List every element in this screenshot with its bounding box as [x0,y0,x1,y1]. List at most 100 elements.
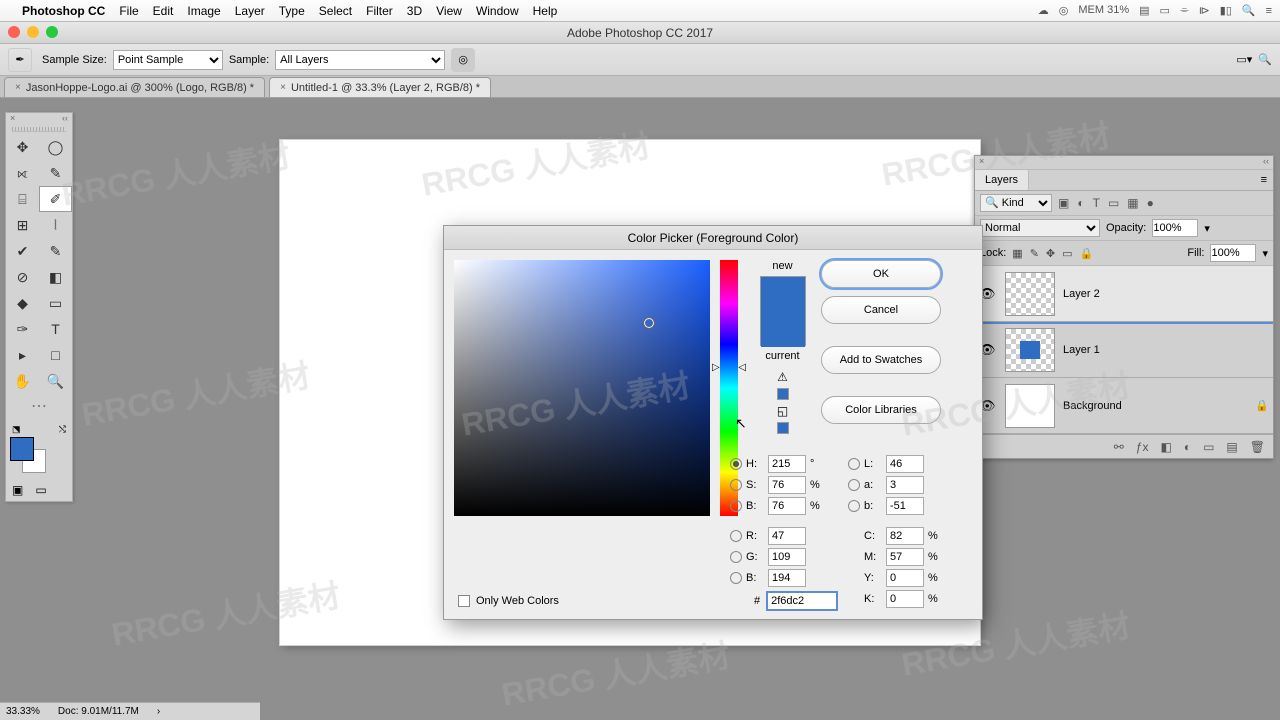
type-tool[interactable]: T [39,316,72,342]
r-radio[interactable] [730,530,742,542]
close-icon[interactable]: × [15,82,21,93]
lock-artboard-icon[interactable]: ▭ [1062,247,1072,260]
b-rgb-input[interactable] [768,569,806,587]
spotlight-icon[interactable]: 🔍 [1242,4,1256,17]
frame-tool[interactable]: ⊞ [6,212,39,238]
hand-tool[interactable]: ✋ [6,368,39,394]
menu-image[interactable]: Image [187,4,220,18]
close-icon[interactable]: × [10,113,15,127]
menu-view[interactable]: View [436,4,462,18]
only-web-colors-checkbox[interactable] [458,595,470,607]
adjustment-icon[interactable]: ◐ [1184,440,1191,454]
group-icon[interactable]: ▭ [1203,440,1214,454]
filter-smart-icon[interactable]: ▦ [1127,196,1138,210]
sample-select[interactable]: All Layers [275,50,445,70]
healing-tool[interactable]: ✔ [6,238,39,264]
l-radio[interactable] [848,458,860,470]
slider-handle-icon[interactable]: ▷ [712,362,720,373]
gradient-tool[interactable]: ◧ [39,264,72,290]
show-sampling-ring[interactable]: ◎ [451,48,475,72]
h-input[interactable] [768,455,806,473]
cloud-icon[interactable]: ☁︎ [1038,4,1049,17]
layer-name[interactable]: Background [1063,400,1247,412]
document-tab-1[interactable]: ×JasonHoppe-Logo.ai @ 300% (Logo, RGB/8)… [4,77,265,97]
menu-select[interactable]: Select [319,4,352,18]
battery-icon[interactable]: ▮▯ [1220,4,1232,17]
filter-kind-select[interactable]: 🔍 Kind [980,194,1052,212]
l-input[interactable] [886,455,924,473]
screen-mode-icon[interactable]: ▭ [35,483,46,497]
layer-thumbnail[interactable] [1005,328,1055,372]
add-to-swatches-button[interactable]: Add to Swatches [821,346,941,374]
s-radio[interactable] [730,479,742,491]
menu-file[interactable]: File [119,4,138,18]
b-radio[interactable] [730,500,742,512]
r-input[interactable] [768,527,806,545]
menu-3d[interactable]: 3D [407,4,422,18]
quick-mask-icon[interactable]: ▣ [12,483,23,497]
layer-name[interactable]: Layer 1 [1063,344,1269,356]
search-icon[interactable]: 🔍 [1258,53,1272,66]
swap-colors-icon[interactable]: ⤭ [59,424,66,435]
color-field[interactable] [454,260,710,516]
filter-shape-icon[interactable]: ▭ [1108,196,1119,210]
filter-adjust-icon[interactable]: ◐ [1077,196,1084,210]
a-radio[interactable] [848,479,860,491]
zoom-level[interactable]: 33.33% [6,706,40,717]
lock-paint-icon[interactable]: ✎ [1030,247,1039,260]
doc-info[interactable]: Doc: 9.01M/11.7M [58,706,139,717]
sample-size-select[interactable]: Point Sample [113,50,223,70]
brush-tool[interactable]: ⦚ [39,212,72,238]
m-input[interactable] [886,548,924,566]
current-color-swatch[interactable] [761,312,805,347]
menu-layer[interactable]: Layer [235,4,265,18]
quick-select-tool[interactable]: ✎ [39,160,72,186]
blab-radio[interactable] [848,500,860,512]
c-input[interactable] [886,527,924,545]
pen-tool[interactable]: ✑ [6,316,39,342]
foreground-color[interactable] [10,437,34,461]
eyedropper-tool-icon[interactable]: ✒︎ [8,48,32,72]
clone-tool[interactable]: ✎ [39,238,72,264]
chevron-right-icon[interactable]: › [157,706,160,717]
document-tab-2[interactable]: ×Untitled-1 @ 33.3% (Layer 2, RGB/8) * [269,77,491,97]
display-icon[interactable]: ▭ [1160,4,1170,17]
path-select-tool[interactable]: ▸ [6,342,39,368]
blend-mode-select[interactable]: Normal [980,219,1100,237]
default-colors-icon[interactable]: ⬔ [12,424,21,435]
screen-icon[interactable]: ▤ [1139,4,1149,17]
marquee-tool[interactable]: ◯ [39,134,72,160]
lock-all-icon[interactable]: 🔒 [1080,247,1094,260]
slider-handle-icon[interactable]: ◁ [738,362,746,373]
cube-icon[interactable]: ◱ [777,404,788,418]
maximize-window[interactable] [46,26,58,38]
gamut-swatch[interactable] [777,388,789,400]
menu-type[interactable]: Type [279,4,305,18]
app-menu[interactable]: Photoshop CC [22,4,105,18]
bluetooth-icon[interactable]: ⌯ [1180,4,1189,17]
lock-pixels-icon[interactable]: ▦ [1012,247,1022,260]
crop-tool[interactable]: ⌸ [6,186,39,212]
y-input[interactable] [886,569,924,587]
lock-position-icon[interactable]: ✥ [1046,247,1055,260]
h-radio[interactable] [730,458,742,470]
layers-tab[interactable]: Layers [975,170,1029,190]
layer-thumbnail[interactable] [1005,384,1055,428]
cancel-button[interactable]: Cancel [821,296,941,324]
close-window[interactable] [8,26,20,38]
color-libraries-button[interactable]: Color Libraries [821,396,941,424]
mask-icon[interactable]: ◧ [1160,440,1171,454]
blur-tool[interactable]: ◆ [6,290,39,316]
layer-name[interactable]: Layer 2 [1063,288,1269,300]
lasso-tool[interactable]: ⟖ [6,160,39,186]
warning-icon[interactable]: ⚠ [777,370,788,384]
link-layers-icon[interactable]: ⚯ [1114,440,1124,454]
menu-window[interactable]: Window [476,4,519,18]
collapse-icon[interactable]: ‹‹ [62,113,68,127]
ok-button[interactable]: OK [821,260,941,288]
delete-icon[interactable]: 🗑 [1250,440,1265,454]
a-input[interactable] [886,476,924,494]
b2-radio[interactable] [730,572,742,584]
b-hsb-input[interactable] [768,497,806,515]
layer-row[interactable]: 👁 Background 🔒 [975,378,1273,434]
